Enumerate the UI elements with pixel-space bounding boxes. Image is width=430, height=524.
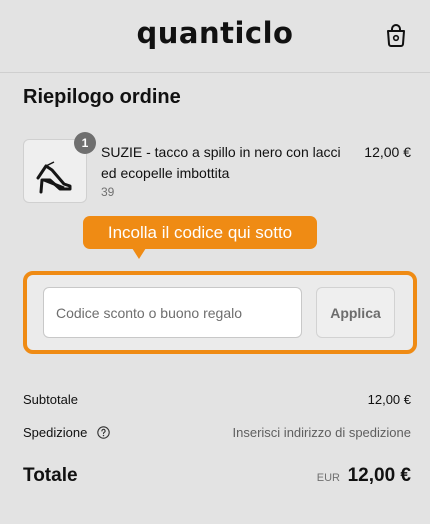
subtotal-label: Subtotale xyxy=(23,392,78,407)
quantity-badge: 1 xyxy=(74,132,96,154)
total-currency: EUR xyxy=(316,472,340,484)
product-name: SUZIE - tacco a spillo in nero con lacci… xyxy=(101,144,341,181)
shopping-bag-icon[interactable] xyxy=(385,23,407,47)
discount-code-input[interactable] xyxy=(43,287,302,338)
shipping-row: Spedizione xyxy=(23,425,110,440)
order-summary-title: Riepilogo ordine xyxy=(23,86,181,108)
header: quanticlo xyxy=(0,0,430,72)
subtotal-value: 12,00 € xyxy=(367,392,411,407)
total-value: 12,00 € xyxy=(347,465,411,486)
product-thumbnail: 1 xyxy=(23,132,96,203)
total-label: Totale xyxy=(23,465,78,486)
tooltip-arrow xyxy=(132,248,146,259)
paste-code-tooltip: Incolla il codice qui sotto xyxy=(83,216,317,249)
header-divider xyxy=(0,72,430,73)
shipping-value: Inserisci indirizzo di spedizione xyxy=(232,425,411,440)
product-price: 12,00 € xyxy=(364,144,411,160)
apply-discount-button[interactable]: Applica xyxy=(316,287,395,338)
product-variant: 39 xyxy=(101,185,115,199)
shipping-label: Spedizione xyxy=(23,425,88,440)
discount-code-section: Applica xyxy=(23,271,417,354)
brand-logo[interactable]: quanticlo xyxy=(0,16,430,50)
help-icon[interactable] xyxy=(97,426,110,439)
